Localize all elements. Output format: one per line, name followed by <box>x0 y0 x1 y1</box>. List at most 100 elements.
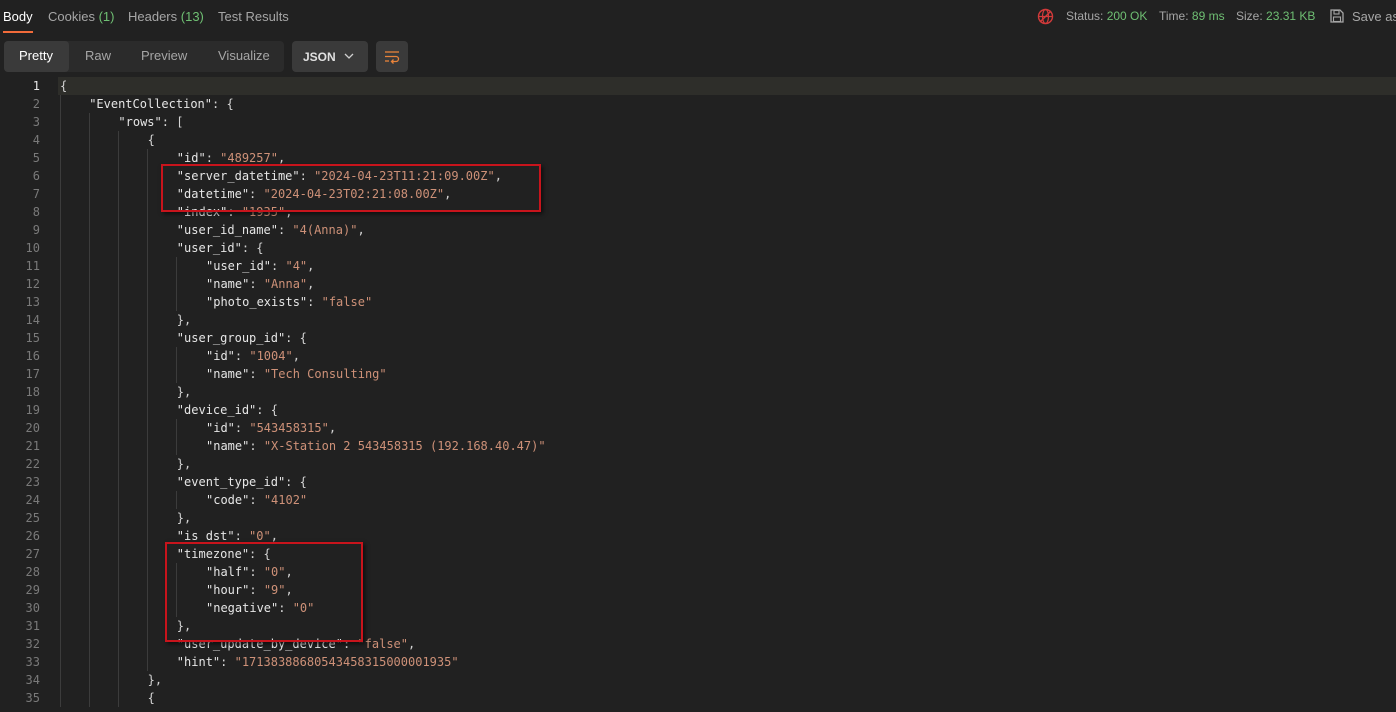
json-string: "false" <box>321 295 373 309</box>
wrap-lines-button[interactable] <box>376 41 408 72</box>
line-number: 35 <box>25 691 40 705</box>
code-line: "device_id": { <box>177 401 278 419</box>
line-number: 3 <box>32 115 40 129</box>
code-line: "rows": [ <box>118 113 183 131</box>
code-line: { <box>148 689 155 707</box>
json-key: "EventCollection" <box>89 97 213 111</box>
line-number: 22 <box>25 457 40 471</box>
code-line: }, <box>177 509 191 527</box>
response-body-code[interactable]: 1{2 "EventCollection": {3 "rows": [4{5 "id"… <box>0 77 1396 712</box>
tab-body[interactable]: Body <box>3 9 33 24</box>
json-punctuation: : <box>249 277 264 291</box>
json-key: "name" <box>206 439 250 453</box>
json-string: "4(Anna)" <box>292 223 358 237</box>
indent-guide <box>89 113 90 707</box>
json-punctuation: { <box>60 79 68 93</box>
highlight-annotation-box <box>165 542 363 642</box>
save-icon[interactable] <box>1329 8 1345 24</box>
code-line: "id": "1004", <box>206 347 300 365</box>
view-tab-raw[interactable]: Raw <box>85 48 111 63</box>
code-line: "id": "543458315", <box>206 419 336 437</box>
json-punctuation: , <box>328 421 337 435</box>
json-key: "code" <box>206 493 250 507</box>
globe-icon[interactable] <box>1037 8 1054 25</box>
code-line: "name": "Tech Consulting" <box>206 365 387 383</box>
json-key: "id" <box>206 349 235 363</box>
indent-guide <box>176 491 177 509</box>
json-string: "X-Station 2 543458315 (192.168.40.47)" <box>263 439 546 453</box>
line-number: 18 <box>25 385 40 399</box>
json-key: "device_id" <box>176 403 257 417</box>
line-number: 2 <box>32 97 40 111</box>
tab-cookies[interactable]: Cookies (1) <box>48 9 114 24</box>
view-tab-pretty[interactable]: Pretty <box>19 48 53 63</box>
json-punctuation: : <box>220 655 235 669</box>
line-number: 10 <box>25 241 40 255</box>
status-indicator[interactable]: Status: 200 OK <box>1066 9 1147 23</box>
view-tab-visualize[interactable]: Visualize <box>218 48 270 63</box>
wrap-lines-icon <box>385 51 400 64</box>
line-number: 21 <box>25 439 40 453</box>
code-line: "user_id_name": "4(Anna)", <box>177 221 365 239</box>
json-punctuation: : { <box>212 97 234 111</box>
json-punctuation: : <box>249 493 264 507</box>
code-line: }, <box>177 383 191 401</box>
format-select[interactable]: JSON <box>292 41 368 72</box>
json-punctuation: : <box>249 439 264 453</box>
line-number: 7 <box>32 187 40 201</box>
size-indicator[interactable]: Size: 23.31 KB <box>1236 9 1315 23</box>
line-number: 12 <box>25 277 40 291</box>
time-indicator[interactable]: Time: 89 ms <box>1159 9 1225 23</box>
code-line: "user_id": "4", <box>206 257 314 275</box>
json-punctuation: : <box>234 529 250 543</box>
line-number: 14 <box>25 313 40 327</box>
line-number: 24 <box>25 493 40 507</box>
line-number: 29 <box>25 583 40 597</box>
code-line: "name": "X-Station 2 543458315 (192.168.… <box>206 437 546 455</box>
save-as-button[interactable]: Save as <box>1352 9 1396 24</box>
code-line: "EventCollection": { <box>89 95 234 113</box>
json-punctuation: : <box>249 367 264 381</box>
json-punctuation: : { <box>285 475 307 489</box>
json-punctuation: }, <box>176 511 192 525</box>
code-line: "photo_exists": "false" <box>206 293 372 311</box>
json-punctuation: : { <box>285 331 307 345</box>
tab-headers[interactable]: Headers (13) <box>128 9 204 24</box>
json-string: "4" <box>285 259 308 273</box>
line-number: 30 <box>25 601 40 615</box>
json-punctuation: : { <box>241 241 264 255</box>
chevron-down-icon <box>344 53 354 59</box>
json-punctuation: , <box>277 151 286 165</box>
json-string: "Anna" <box>263 277 308 291</box>
active-tab-indicator <box>3 31 33 33</box>
json-string: "false" <box>357 637 408 651</box>
tab-test-results[interactable]: Test Results <box>218 9 289 24</box>
line-number: 5 <box>32 151 40 165</box>
line-number: 8 <box>32 205 40 219</box>
json-punctuation: , <box>307 259 315 273</box>
line-number: 23 <box>25 475 40 489</box>
view-tab-preview[interactable]: Preview <box>141 48 187 63</box>
line-number: 25 <box>25 511 40 525</box>
line-number: 13 <box>25 295 40 309</box>
view-mode-tabs: Pretty Raw Preview Visualize <box>4 41 284 72</box>
json-punctuation: }, <box>176 457 192 471</box>
json-punctuation: : <box>234 349 250 363</box>
json-punctuation: : <box>234 421 250 435</box>
json-key: "rows" <box>118 115 162 129</box>
json-key: "user_id" <box>176 241 242 255</box>
json-punctuation: , <box>270 529 278 543</box>
json-string: "489257" <box>220 151 278 165</box>
json-punctuation: : <box>307 295 322 309</box>
json-punctuation: }, <box>176 313 192 327</box>
code-line: "event_type_id": { <box>177 473 307 491</box>
line-number: 20 <box>25 421 40 435</box>
line-number: 19 <box>25 403 40 417</box>
line-number: 31 <box>25 619 40 633</box>
code-line: "user_id": { <box>177 239 264 257</box>
json-punctuation: }, <box>147 673 163 687</box>
code-line: "code": "4102" <box>206 491 307 509</box>
json-punctuation: : { <box>256 403 278 417</box>
json-key: "event_type_id" <box>176 475 286 489</box>
indent-guide <box>176 419 177 455</box>
